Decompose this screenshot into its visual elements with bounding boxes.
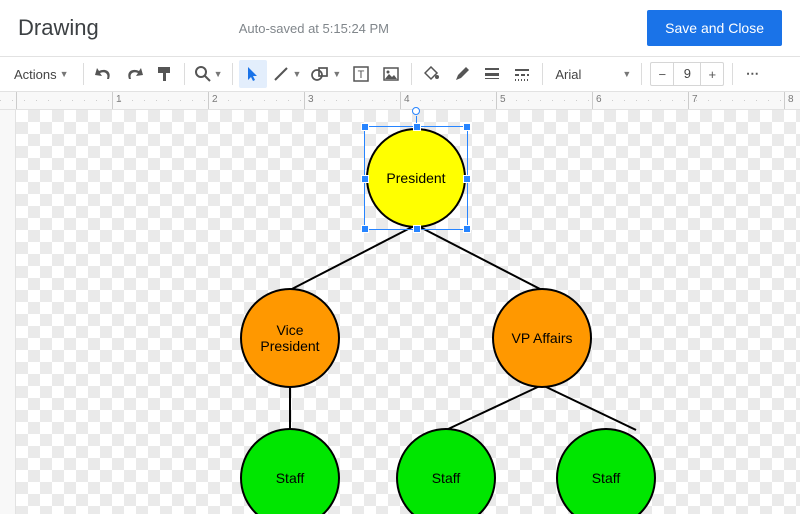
line-icon <box>273 66 289 82</box>
caret-down-icon: ▼ <box>60 69 69 79</box>
textbox-tool[interactable]: T <box>347 60 375 88</box>
ruler-tick: 3 <box>304 92 314 109</box>
toolbar: Actions▼ ▼ ▼ ▼ T Arial ▼ <box>0 56 800 92</box>
select-tool[interactable] <box>239 60 267 88</box>
ruler-tick: 6 <box>592 92 602 109</box>
save-and-close-button[interactable]: Save and Close <box>647 10 782 46</box>
node-label: VP Affairs <box>504 330 581 346</box>
caret-down-icon: ▼ <box>622 69 631 79</box>
horizontal-ruler: 1 2 3 4 5 6 7 8 <box>0 92 800 110</box>
ruler-tick: 1 <box>112 92 122 109</box>
drawing-canvas[interactable]: President Vice President VP Affairs Staf… <box>0 110 800 514</box>
redo-button[interactable] <box>120 60 148 88</box>
zoom-menu[interactable]: ▼ <box>191 60 227 88</box>
caret-down-icon: ▼ <box>214 69 223 79</box>
ruler-tick: 5 <box>496 92 506 109</box>
ruler-tick: 2 <box>208 92 218 109</box>
node-label: Staff <box>424 470 469 486</box>
node-vice-president[interactable]: Vice President <box>240 288 340 388</box>
paint-roller-icon <box>156 66 172 82</box>
cursor-icon <box>246 66 260 82</box>
node-vp-affairs[interactable]: VP Affairs <box>492 288 592 388</box>
more-horizontal-icon: ⋯ <box>746 66 761 82</box>
caret-down-icon: ▼ <box>292 69 301 79</box>
node-label: Vice President <box>242 322 338 354</box>
border-dash-button[interactable] <box>508 60 536 88</box>
redo-icon <box>125 67 143 81</box>
font-size-decrease[interactable]: − <box>651 67 673 82</box>
fill-color-button[interactable] <box>418 60 446 88</box>
more-options-button[interactable]: ⋯ <box>739 60 767 88</box>
font-size-stepper[interactable]: − 9 + <box>650 62 724 86</box>
node-label: Staff <box>584 470 629 486</box>
caret-down-icon: ▼ <box>332 69 341 79</box>
svg-text:T: T <box>358 69 365 81</box>
font-family-select[interactable]: Arial ▼ <box>549 60 635 88</box>
app-title: Drawing <box>18 15 99 41</box>
image-icon <box>383 66 399 82</box>
node-label: President <box>378 170 453 186</box>
ruler-tick: 4 <box>400 92 410 109</box>
autosave-status: Auto-saved at 5:15:24 PM <box>239 21 389 36</box>
image-tool[interactable] <box>377 60 405 88</box>
shape-icon <box>311 66 329 82</box>
header-bar: Drawing Auto-saved at 5:15:24 PM Save an… <box>0 0 800 56</box>
vertical-ruler <box>0 110 16 514</box>
ruler-tick: 8 <box>784 92 794 109</box>
border-weight-button[interactable] <box>478 60 506 88</box>
border-color-button[interactable] <box>448 60 476 88</box>
border-dash-icon <box>514 67 530 81</box>
ruler-tick: 7 <box>688 92 698 109</box>
border-weight-icon <box>484 67 500 81</box>
pencil-icon <box>454 66 470 82</box>
fill-bucket-icon <box>424 66 440 82</box>
font-size-increase[interactable]: + <box>701 67 723 82</box>
actions-label: Actions <box>14 67 57 82</box>
font-size-value[interactable]: 9 <box>673 63 701 85</box>
font-family-label: Arial <box>555 67 581 82</box>
actions-menu[interactable]: Actions▼ <box>6 60 77 88</box>
line-tool[interactable]: ▼ <box>269 60 305 88</box>
zoom-icon <box>195 66 211 82</box>
paint-format-button[interactable] <box>150 60 178 88</box>
undo-button[interactable] <box>90 60 118 88</box>
shape-tool[interactable]: ▼ <box>307 60 345 88</box>
node-president[interactable]: President <box>366 128 466 228</box>
node-label: Staff <box>268 470 313 486</box>
textbox-icon: T <box>353 66 369 82</box>
undo-icon <box>95 67 113 81</box>
